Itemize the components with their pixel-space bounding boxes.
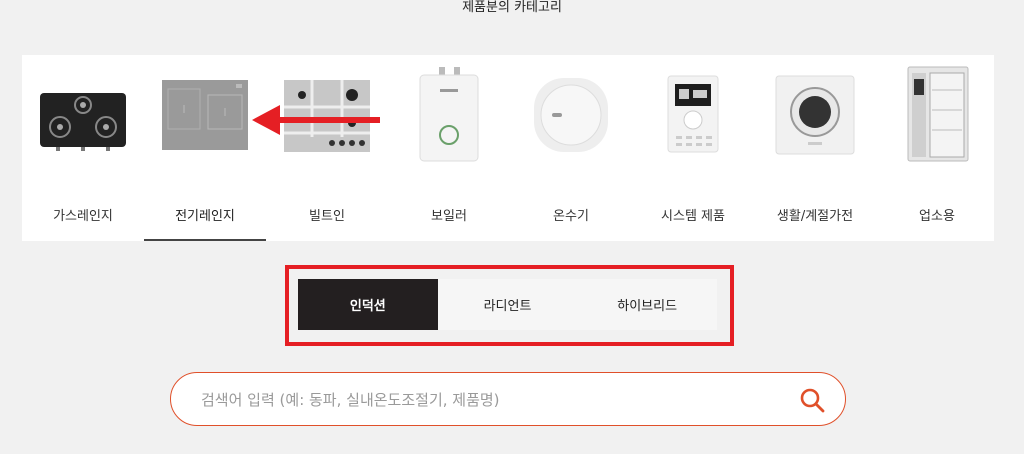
sub-category-tabs: 인덕션 라디언트 하이브리드 bbox=[298, 279, 717, 330]
gas-range-icon bbox=[22, 65, 144, 165]
category-label: 업소용 bbox=[919, 209, 955, 224]
category-gas-range[interactable]: 가스레인지 bbox=[22, 55, 144, 241]
category-system[interactable]: 시스템 제품 bbox=[632, 55, 754, 241]
category-label: 가스레인지 bbox=[53, 209, 113, 224]
category-built-in[interactable]: 빌트인 bbox=[266, 55, 388, 241]
category-panel: 가스레인지 전기레인지 빌트인 보일러 온수기 시스템 제품 생활/계절가전 업… bbox=[22, 55, 994, 241]
search-icon bbox=[800, 388, 825, 413]
boiler-icon bbox=[388, 65, 510, 165]
water-heater-icon bbox=[510, 65, 632, 165]
category-label: 전기레인지 bbox=[175, 209, 235, 224]
search-input[interactable] bbox=[199, 385, 763, 415]
category-label: 생활/계절가전 bbox=[776, 209, 854, 224]
category-label: 시스템 제품 bbox=[661, 209, 725, 224]
electric-range-icon bbox=[144, 65, 266, 165]
category-label: 보일러 bbox=[431, 209, 467, 224]
category-boiler[interactable]: 보일러 bbox=[388, 55, 510, 241]
category-label: 온수기 bbox=[553, 209, 589, 224]
category-label: 빌트인 bbox=[309, 209, 345, 224]
annotation-arrow-icon bbox=[252, 105, 380, 135]
category-commercial[interactable]: 업소용 bbox=[876, 55, 998, 241]
system-controller-icon bbox=[632, 65, 754, 165]
category-water-heater[interactable]: 온수기 bbox=[510, 55, 632, 241]
search-button[interactable] bbox=[797, 385, 827, 415]
active-category-underline bbox=[144, 239, 266, 241]
category-appliances[interactable]: 생활/계절가전 bbox=[754, 55, 876, 241]
section-title: 제품분의 카테고리 bbox=[462, 0, 562, 15]
tab-radiant[interactable]: 라디언트 bbox=[438, 279, 578, 330]
tab-hybrid[interactable]: 하이브리드 bbox=[577, 279, 717, 330]
category-electric-range[interactable]: 전기레인지 bbox=[144, 55, 266, 241]
dryer-icon bbox=[754, 65, 876, 165]
tab-induction[interactable]: 인덕션 bbox=[298, 279, 438, 330]
commercial-oven-icon bbox=[876, 65, 998, 165]
search-box bbox=[170, 372, 846, 426]
